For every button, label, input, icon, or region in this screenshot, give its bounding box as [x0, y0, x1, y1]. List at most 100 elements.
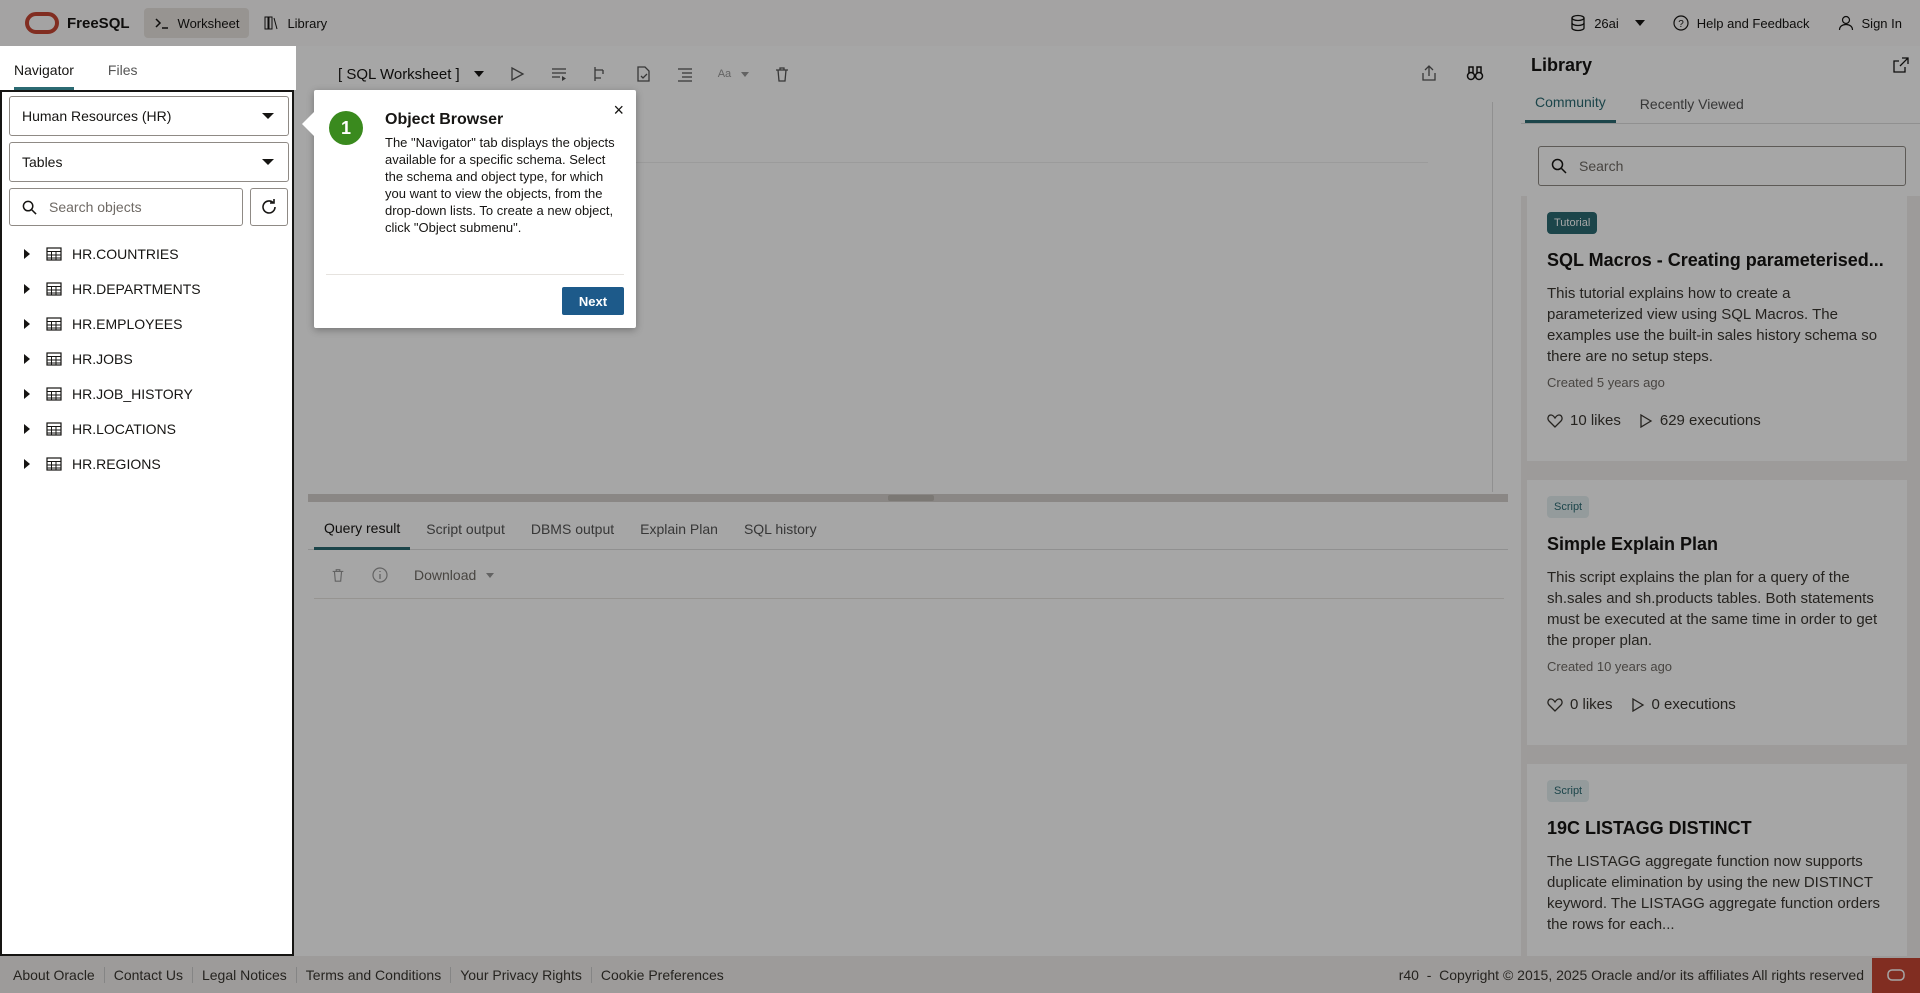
tab-sql-history[interactable]: SQL history [734, 508, 827, 550]
sign-in-button[interactable]: Sign In [1838, 15, 1902, 31]
explain-plan-icon[interactable] [592, 65, 610, 83]
trash-icon[interactable] [773, 65, 791, 83]
nav-library[interactable]: Library [253, 8, 337, 38]
search-objects-input[interactable]: Search objects [9, 188, 243, 226]
tab-community[interactable]: Community [1525, 84, 1616, 123]
tree-item[interactable]: HR.COUNTRIES [2, 236, 292, 271]
run-icon[interactable] [508, 65, 526, 83]
expand-arrow-icon[interactable] [24, 248, 30, 259]
footer-link-about-oracle[interactable]: About Oracle [13, 967, 104, 983]
freesql-logo[interactable]: FreeSQL [25, 12, 130, 34]
object-type-select[interactable]: Tables [9, 142, 289, 182]
tree-item[interactable]: HR.JOBS [2, 341, 292, 376]
library-card[interactable]: Tutorial SQL Macros - Creating parameter… [1527, 196, 1907, 461]
library-search-input[interactable]: Search [1538, 146, 1906, 186]
next-button[interactable]: Next [562, 287, 624, 315]
svg-text:?: ? [1678, 19, 1684, 30]
brand-name: FreeSQL [67, 14, 130, 32]
expand-arrow-icon[interactable] [24, 353, 30, 364]
refresh-button[interactable] [250, 188, 288, 226]
editor-splitter[interactable] [308, 494, 1508, 502]
tab-navigator[interactable]: Navigator [14, 62, 74, 90]
card-title[interactable]: 19C LISTAGG DISTINCT [1547, 818, 1887, 839]
footer-link-legal-notices[interactable]: Legal Notices [191, 966, 296, 983]
expand-arrow-icon[interactable] [24, 458, 30, 469]
popover-title: Object Browser [385, 111, 504, 128]
autotrace-icon[interactable] [634, 65, 652, 83]
table-icon [46, 421, 62, 436]
refresh-icon [262, 199, 276, 214]
case-toggle[interactable]: Aa [718, 68, 750, 80]
open-external-icon[interactable] [1892, 56, 1910, 74]
top-header: FreeSQL Worksheet Library 26ai ? Help an… [0, 0, 1920, 46]
library-header: Library [1521, 46, 1920, 84]
card-likes[interactable]: 0 likes [1547, 696, 1613, 713]
tree-item[interactable]: HR.LOCATIONS [2, 411, 292, 446]
card-title[interactable]: Simple Explain Plan [1547, 534, 1887, 555]
card-stats: 0 likes 0 executions [1547, 696, 1887, 713]
info-icon[interactable] [372, 567, 388, 583]
chevron-down-icon [741, 71, 750, 77]
tab-files[interactable]: Files [108, 62, 138, 90]
trash-icon[interactable] [330, 567, 346, 583]
nav-library-label: Library [287, 15, 328, 31]
table-name: HR.LOCATIONS [72, 420, 176, 437]
expand-arrow-icon[interactable] [24, 388, 30, 399]
footer-link-cookies[interactable]: Cookie Preferences [590, 966, 733, 983]
tour-popover: 1 Object Browser × The "Navigator" tab d… [302, 90, 636, 328]
share-icon[interactable] [1420, 64, 1438, 82]
tree-item[interactable]: HR.DEPARTMENTS [2, 271, 292, 306]
card-title[interactable]: SQL Macros - Creating parameterised... [1547, 250, 1887, 271]
table-name: HR.REGIONS [72, 455, 161, 472]
footer-link-privacy[interactable]: Your Privacy Rights [450, 966, 591, 983]
database-name: 26ai [1594, 15, 1619, 31]
table-name: HR.JOB_HISTORY [72, 385, 193, 402]
card-created: Created 10 years ago [1547, 659, 1673, 674]
table-icon [46, 281, 62, 296]
tab-script-output[interactable]: Script output [416, 508, 515, 550]
table-name: HR.COUNTRIES [72, 245, 179, 262]
schema-select[interactable]: Human Resources (HR) [9, 96, 289, 136]
card-badge: Script [1547, 496, 1590, 518]
worksheet-selector[interactable]: [ SQL Worksheet ] [338, 66, 484, 83]
card-likes[interactable]: 10 likes [1547, 412, 1621, 429]
expand-arrow-icon[interactable] [24, 283, 30, 294]
table-icon [46, 456, 62, 471]
footer-link-terms[interactable]: Terms and Conditions [295, 966, 450, 983]
tab-query-result[interactable]: Query result [314, 508, 411, 550]
tab-recently-viewed[interactable]: Recently Viewed [1630, 84, 1754, 123]
format-icon[interactable] [676, 65, 694, 83]
chevron-down-icon [473, 71, 484, 77]
binoculars-icon[interactable] [1466, 64, 1484, 82]
run-script-icon[interactable] [550, 65, 568, 83]
heart-icon [1547, 413, 1563, 428]
expand-arrow-icon[interactable] [24, 423, 30, 434]
likes-count: 10 likes [1570, 412, 1621, 429]
close-icon[interactable]: × [613, 100, 624, 121]
chat-button[interactable] [1872, 958, 1920, 993]
popover-arrow [302, 112, 314, 136]
database-selector[interactable]: 26ai [1570, 14, 1645, 32]
library-icon [264, 16, 278, 30]
tree-item[interactable]: HR.JOB_HISTORY [2, 376, 292, 411]
library-search-placeholder: Search [1579, 158, 1624, 174]
library-tabs: Community Recently Viewed [1521, 84, 1920, 124]
expand-arrow-icon[interactable] [24, 318, 30, 329]
card-badge: Script [1547, 780, 1590, 802]
popover-divider [326, 274, 624, 275]
splitter-handle[interactable] [888, 495, 934, 501]
download-menu[interactable]: Download [414, 567, 495, 583]
library-card[interactable]: Script 19C LISTAGG DISTINCT The LISTAGG … [1527, 764, 1907, 956]
tab-explain-plan[interactable]: Explain Plan [630, 508, 728, 550]
tab-dbms-output[interactable]: DBMS output [521, 508, 624, 550]
navigator-tabs-area: Navigator Files [0, 46, 296, 90]
tree-item[interactable]: HR.EMPLOYEES [2, 306, 292, 341]
search-icon [1551, 158, 1567, 174]
library-card[interactable]: Script Simple Explain Plan This script e… [1527, 480, 1907, 745]
help-feedback-link[interactable]: ? Help and Feedback [1673, 15, 1810, 31]
nav-worksheet[interactable]: Worksheet [143, 8, 250, 38]
tree-item[interactable]: HR.REGIONS [2, 446, 292, 481]
result-tabs: Query result Script output DBMS output E… [308, 508, 1508, 550]
step-number-badge: 1 [329, 111, 363, 145]
footer-link-contact-us[interactable]: Contact Us [103, 966, 192, 983]
